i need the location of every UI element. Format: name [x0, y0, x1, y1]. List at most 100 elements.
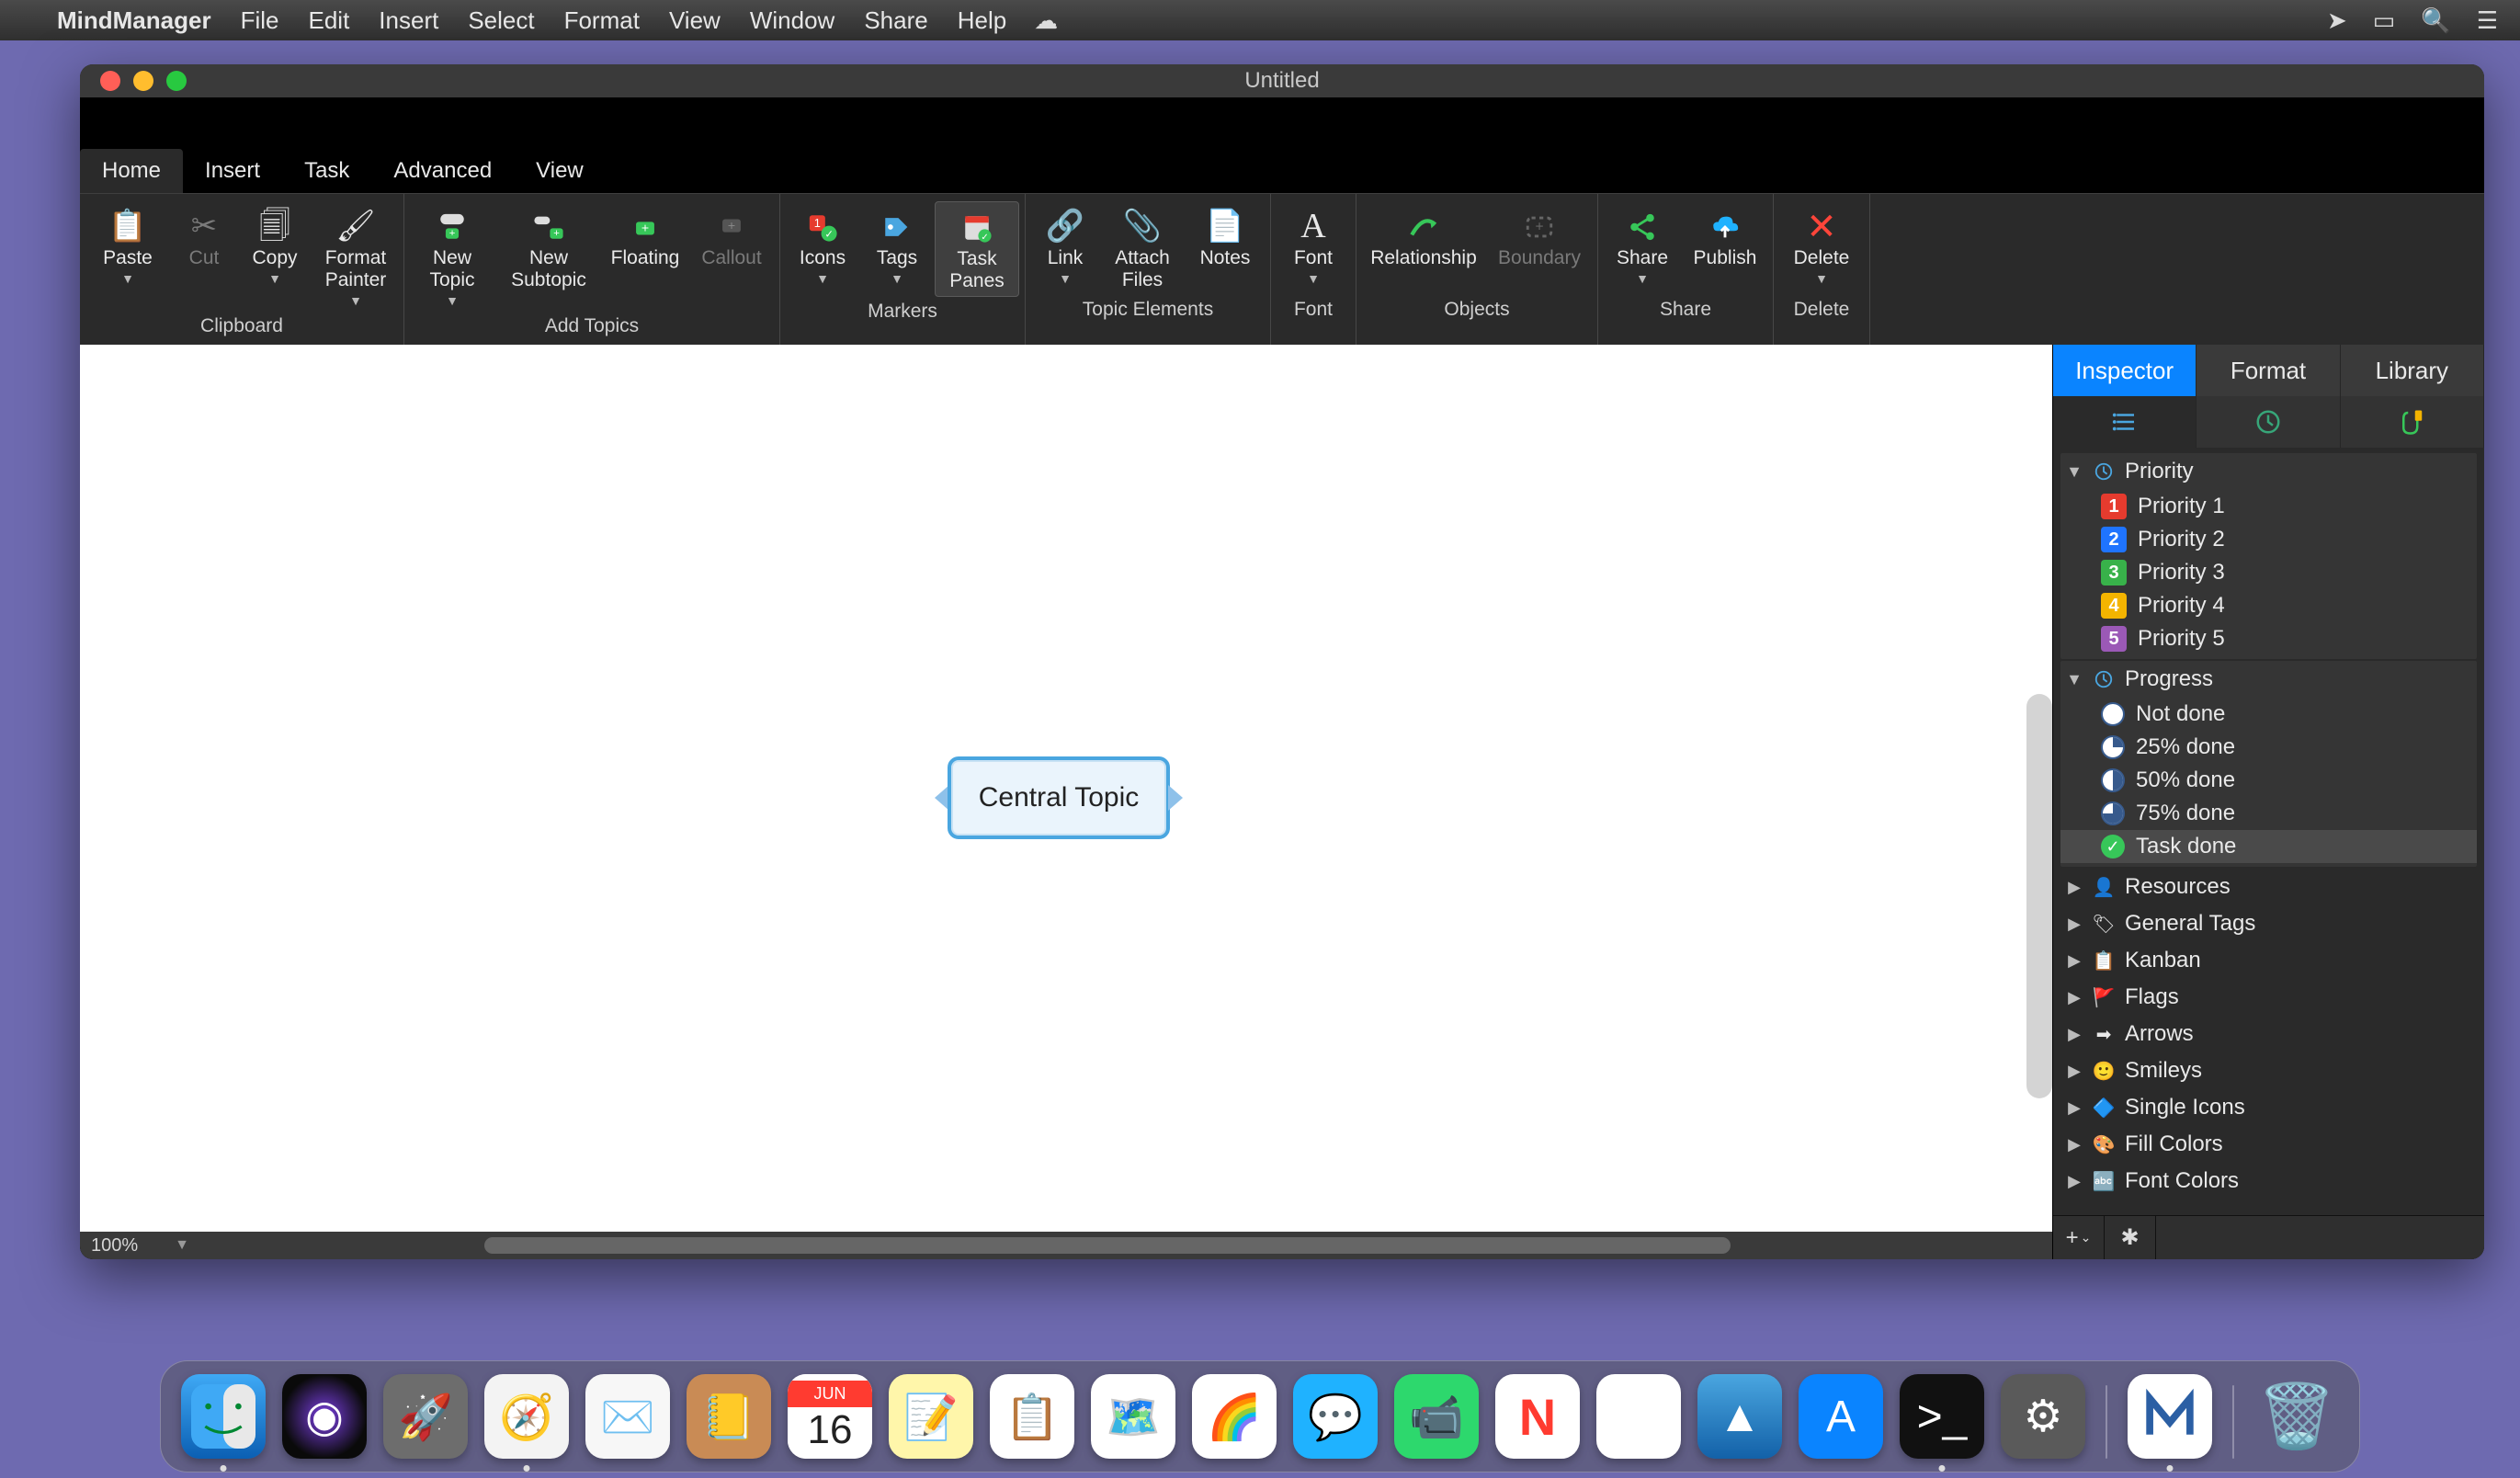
- progress-item[interactable]: 75% done: [2060, 797, 2477, 830]
- collapsed-group-head[interactable]: ▶🎨Fill Colors: [2060, 1126, 2477, 1163]
- add-marker-button[interactable]: +⌄: [2053, 1216, 2105, 1259]
- font-button[interactable]: AFont▼: [1277, 201, 1350, 295]
- dock-messages[interactable]: 💬: [1293, 1374, 1378, 1459]
- priority-item[interactable]: 5Priority 5: [2060, 622, 2477, 655]
- dock-news[interactable]: N: [1495, 1374, 1580, 1459]
- collapsed-group-head[interactable]: ▶🔷Single Icons: [2060, 1089, 2477, 1126]
- ribbon-tab-view[interactable]: View: [514, 149, 606, 193]
- minimize-window-button[interactable]: [133, 71, 153, 91]
- tags-button[interactable]: Tags▼: [861, 201, 933, 295]
- tray-control-center-icon[interactable]: ☰: [2464, 6, 2511, 35]
- collapsed-group-head[interactable]: ▶➡Arrows: [2060, 1016, 2477, 1052]
- collapsed-group-head[interactable]: ▶📋Kanban: [2060, 942, 2477, 979]
- collapsed-group-head[interactable]: ▶👤Resources: [2060, 869, 2477, 905]
- dock-facetime[interactable]: 📹: [1394, 1374, 1479, 1459]
- zoom-window-button[interactable]: [166, 71, 187, 91]
- format-painter-button[interactable]: 🖌Format Painter ▼: [313, 201, 398, 312]
- delete-button[interactable]: ✕Delete▼: [1779, 201, 1864, 295]
- callout-button[interactable]: +Callout: [689, 201, 774, 295]
- zoom-level[interactable]: 100%: [91, 1235, 138, 1256]
- floating-button[interactable]: +Floating: [603, 201, 687, 295]
- dock-mindmanager[interactable]: [2128, 1374, 2212, 1459]
- progress-group-head[interactable]: ▼ Progress: [2060, 661, 2477, 698]
- progress-item[interactable]: 25% done: [2060, 731, 2477, 764]
- ribbon-tab-advanced[interactable]: Advanced: [371, 149, 514, 193]
- priority-item[interactable]: 3Priority 3: [2060, 556, 2477, 589]
- dock-contacts[interactable]: 📒: [687, 1374, 771, 1459]
- ribbon-tab-home[interactable]: Home: [80, 149, 183, 193]
- mindmap-canvas[interactable]: Central Topic: [80, 345, 2052, 1232]
- menu-window[interactable]: Window: [735, 6, 849, 35]
- topic-right-handle[interactable]: [1168, 785, 1183, 811]
- paste-button[interactable]: 📋Paste▼: [85, 201, 170, 295]
- boundary-button[interactable]: +Boundary: [1487, 201, 1592, 295]
- collapsed-group-head[interactable]: ▶🏷General Tags: [2060, 905, 2477, 942]
- attach-files-button[interactable]: 📎Attach Files: [1101, 201, 1184, 295]
- canvas-vertical-scrollbar[interactable]: [2026, 694, 2052, 1098]
- dock-siri[interactable]: ◉: [282, 1374, 367, 1459]
- menu-select[interactable]: Select: [453, 6, 549, 35]
- cut-button[interactable]: ✂Cut: [172, 201, 236, 295]
- dock-calendar[interactable]: JUN16: [788, 1374, 872, 1459]
- collapsed-group-head[interactable]: ▶🚩Flags: [2060, 979, 2477, 1016]
- menu-edit[interactable]: Edit: [293, 6, 364, 35]
- central-topic[interactable]: Central Topic: [948, 756, 1170, 839]
- dock-appstore[interactable]: A: [1799, 1374, 1883, 1459]
- inspector-subtab-task[interactable]: [2196, 396, 2340, 448]
- dock-mail[interactable]: ✉️: [585, 1374, 670, 1459]
- menu-view[interactable]: View: [654, 6, 735, 35]
- task-panes-button[interactable]: ✓Task Panes: [935, 201, 1019, 297]
- canvas-horizontal-scrollbar[interactable]: [484, 1237, 1731, 1254]
- dock-settings[interactable]: ⚙: [2001, 1374, 2085, 1459]
- dock-photos2[interactable]: ▲: [1697, 1374, 1782, 1459]
- dock-photos[interactable]: 🌈: [1192, 1374, 1277, 1459]
- menu-file[interactable]: File: [226, 6, 294, 35]
- progress-item[interactable]: Not done: [2060, 698, 2477, 731]
- dock-launchpad[interactable]: 🚀: [383, 1374, 468, 1459]
- dock-finder[interactable]: [181, 1374, 266, 1459]
- menu-format[interactable]: Format: [550, 6, 654, 35]
- dock-notes[interactable]: 📝: [889, 1374, 973, 1459]
- dock-terminal[interactable]: >_: [1900, 1374, 1984, 1459]
- notes-button[interactable]: 📄Notes: [1186, 201, 1265, 295]
- new-topic-button[interactable]: +New Topic ▼: [410, 201, 494, 312]
- priority-group-head[interactable]: ▼ Priority: [2060, 453, 2477, 490]
- inspector-subtab-attachments[interactable]: [2341, 396, 2484, 448]
- close-window-button[interactable]: [100, 71, 120, 91]
- tray-spotlight-icon[interactable]: 🔍: [2408, 6, 2463, 35]
- tray-location-icon[interactable]: ➤: [2314, 6, 2360, 35]
- share-button[interactable]: Share▼: [1604, 201, 1681, 295]
- zoom-dropdown-icon[interactable]: ▼: [175, 1237, 189, 1254]
- publish-button[interactable]: Publish: [1683, 201, 1767, 295]
- dock-music[interactable]: ♪: [1596, 1374, 1681, 1459]
- menubar-app-name[interactable]: MindManager: [42, 6, 226, 35]
- progress-item[interactable]: 50% done: [2060, 764, 2477, 797]
- collapsed-group-head[interactable]: ▶🙂Smileys: [2060, 1052, 2477, 1089]
- inspector-tab-library[interactable]: Library: [2341, 345, 2484, 396]
- new-subtopic-button[interactable]: +New Subtopic: [496, 201, 601, 295]
- dock-trash[interactable]: 🗑️: [2254, 1374, 2339, 1459]
- dock-safari[interactable]: 🧭: [484, 1374, 569, 1459]
- dock-reminders[interactable]: 📋: [990, 1374, 1074, 1459]
- tray-display-icon[interactable]: ▭: [2360, 6, 2409, 35]
- priority-item[interactable]: 4Priority 4: [2060, 589, 2477, 622]
- inspector-tab-inspector[interactable]: Inspector: [2053, 345, 2196, 396]
- priority-item[interactable]: 1Priority 1: [2060, 490, 2477, 523]
- inspector-tab-format[interactable]: Format: [2196, 345, 2340, 396]
- ribbon-tab-task[interactable]: Task: [282, 149, 371, 193]
- menu-insert[interactable]: Insert: [364, 6, 453, 35]
- icons-button[interactable]: 1✓Icons▼: [786, 201, 859, 295]
- menu-help[interactable]: Help: [943, 6, 1021, 35]
- progress-item[interactable]: ✓Task done: [2060, 830, 2477, 863]
- ribbon-tab-insert[interactable]: Insert: [183, 149, 282, 193]
- marker-settings-button[interactable]: ✱: [2105, 1216, 2156, 1259]
- collapsed-group-head[interactable]: ▶🔤Font Colors: [2060, 1163, 2477, 1199]
- priority-item[interactable]: 2Priority 2: [2060, 523, 2477, 556]
- relationship-button[interactable]: Relationship: [1362, 201, 1485, 295]
- inspector-subtab-markers[interactable]: [2053, 396, 2196, 448]
- menu-extra-icon[interactable]: ☁: [1021, 6, 1071, 35]
- link-button[interactable]: 🔗Link▼: [1031, 201, 1099, 295]
- dock-maps[interactable]: 🗺️: [1091, 1374, 1175, 1459]
- copy-button[interactable]: 🗐Copy▼: [238, 201, 312, 295]
- menu-share[interactable]: Share: [849, 6, 942, 35]
